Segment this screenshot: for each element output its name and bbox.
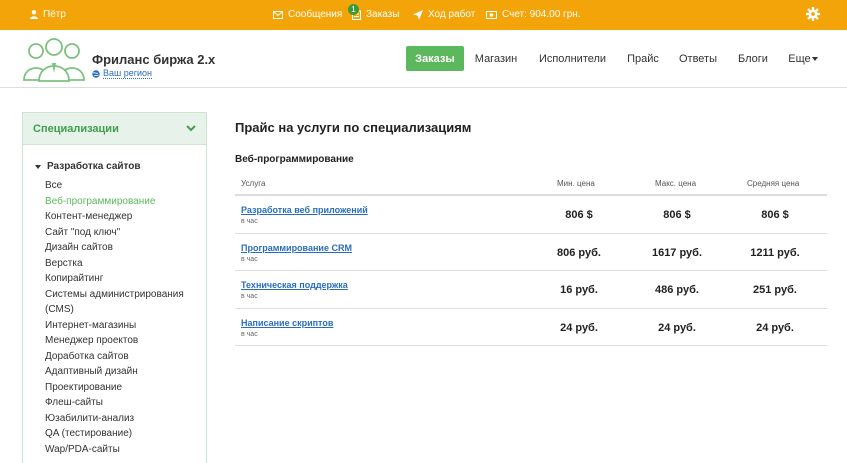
- sidebar-item-planning[interactable]: Проектирование: [45, 380, 184, 396]
- sidebar-heading: Специализации: [33, 122, 119, 135]
- sidebar-item-cms-suffix[interactable]: (CMS): [45, 302, 184, 318]
- column-service: Услуга: [241, 179, 266, 188]
- sidebar-item-flash-sites[interactable]: Флеш-сайты: [45, 395, 184, 411]
- paper-plane-icon: [413, 9, 423, 20]
- service-unit: в час: [241, 293, 258, 300]
- avg-price: 24 руб.: [756, 321, 794, 334]
- avg-price: 806 $: [761, 209, 789, 221]
- globe-icon: [92, 69, 100, 78]
- sidebar-item-cms[interactable]: Системы администрирования: [45, 287, 184, 303]
- sidebar-item-project-manager[interactable]: Менеджер проектов: [45, 333, 184, 349]
- sidebar-item-all[interactable]: Все: [45, 178, 184, 194]
- site-header: Фриланс биржа 2.x Ваш регион Заказы Мага…: [0, 30, 847, 88]
- messages-link[interactable]: Сообщения: [273, 9, 342, 20]
- sidebar-item-content-manager[interactable]: Контент-менеджер: [45, 209, 184, 225]
- money-icon: [486, 10, 497, 19]
- orders-label: Заказы: [366, 9, 400, 20]
- envelope-icon: [273, 10, 283, 19]
- service-link[interactable]: Написание скриптов: [241, 318, 333, 328]
- caret-down-icon: [35, 164, 41, 169]
- sidebar-list: Все Веб-программирование Контент-менедже…: [45, 178, 184, 457]
- max-price: 806 $: [663, 209, 691, 221]
- sidebar-category-label: Разработка сайтов: [47, 161, 141, 172]
- section-title: Веб-программирование: [235, 154, 354, 165]
- orders-badge: 1: [348, 3, 359, 15]
- user-menu[interactable]: Пётр: [30, 9, 66, 20]
- sidebar-item-site-improvement[interactable]: Доработка сайтов: [45, 349, 184, 365]
- nav-blogs[interactable]: Блоги: [730, 46, 776, 71]
- table-header: Услуга Мин. цена Макс. цена Средняя цена: [235, 172, 827, 196]
- column-avg-price: Средняя цена: [747, 179, 800, 188]
- column-min-price: Мин. цена: [557, 179, 595, 188]
- min-price: 16 руб.: [560, 284, 598, 296]
- sidebar-item-adaptive-design[interactable]: Адаптивный дизайн: [45, 364, 184, 380]
- user-name: Пётр: [43, 9, 66, 20]
- sidebar-item-wap-pda[interactable]: Wap/PDA-сайты: [45, 442, 184, 458]
- min-price: 806 руб.: [557, 246, 601, 259]
- column-max-price: Макс. цена: [655, 179, 697, 188]
- price-table: Услуга Мин. цена Макс. цена Средняя цена…: [235, 172, 827, 346]
- min-price: 806 $: [565, 209, 593, 221]
- max-price: 24 руб.: [658, 321, 696, 334]
- gear-icon[interactable]: [806, 7, 820, 21]
- nav-price[interactable]: Прайс: [620, 46, 666, 71]
- max-price: 1617 руб.: [651, 246, 703, 259]
- service-unit: в час: [241, 330, 258, 338]
- table-row: Разработка веб приложений в час 806 $ 80…: [235, 196, 827, 234]
- service-unit: в час: [241, 255, 258, 263]
- service-link[interactable]: Программирование CRM: [241, 243, 352, 253]
- sidebar-item-web-design[interactable]: Дизайн сайтов: [45, 240, 184, 256]
- table-row: Написание скриптов в час 24 руб. 24 руб.…: [235, 309, 827, 346]
- sidebar-item-online-stores[interactable]: Интернет-магазины: [45, 318, 184, 334]
- logo[interactable]: [22, 36, 86, 82]
- nav-freelancers[interactable]: Исполнители: [531, 46, 614, 71]
- messages-label: Сообщения: [288, 9, 343, 20]
- balance-link[interactable]: Счет: 904.00 грн.: [486, 9, 581, 20]
- region-link[interactable]: Ваш регион: [92, 68, 153, 79]
- specializations-sidebar: Специализации Разработка сайтов Все Веб-…: [22, 112, 207, 463]
- nav-shop[interactable]: Магазин: [467, 46, 525, 71]
- chevron-down-icon: [186, 125, 196, 132]
- sidebar-item-web-programming[interactable]: Веб-программирование: [45, 194, 184, 210]
- nav-answers[interactable]: Ответы: [672, 46, 724, 71]
- service-unit: в час: [241, 218, 258, 225]
- user-icon: [30, 10, 38, 19]
- page-title: Прайс на услуги по специализациям: [235, 120, 472, 135]
- sidebar-category[interactable]: Разработка сайтов: [35, 161, 141, 172]
- sidebar-item-usability[interactable]: Юзабилити-анализ: [45, 411, 184, 427]
- progress-label: Ход работ: [428, 9, 476, 20]
- nav-more-label: Еще: [788, 52, 811, 65]
- nav-more[interactable]: Еще: [782, 46, 824, 71]
- nav-orders[interactable]: Заказы: [406, 46, 464, 71]
- top-bar: Пётр Сообщения 1 Заказы Ход работ Счет: …: [0, 0, 847, 30]
- table-row: Программирование CRM в час 806 руб. 1617…: [235, 234, 827, 271]
- min-price: 24 руб.: [560, 321, 598, 334]
- region-label: Ваш регион: [103, 68, 153, 79]
- balance-label: Счет: 904.00 грн.: [502, 9, 581, 20]
- avg-price: 1211 руб.: [750, 246, 800, 259]
- progress-link[interactable]: Ход работ: [413, 9, 475, 20]
- max-price: 486 руб.: [655, 284, 699, 296]
- table-row: Техническая поддержка в час 16 руб. 486 …: [235, 271, 827, 309]
- sidebar-item-qa[interactable]: QA (тестирование): [45, 426, 184, 442]
- orders-link[interactable]: 1 Заказы: [348, 3, 400, 20]
- brand-title[interactable]: Фриланс биржа 2.x: [92, 52, 215, 67]
- sidebar-header[interactable]: Специализации: [23, 113, 206, 145]
- service-link[interactable]: Разработка веб приложений: [241, 205, 368, 215]
- sidebar-item-markup[interactable]: Верстка: [45, 256, 184, 272]
- sidebar-item-turnkey-site[interactable]: Сайт "под ключ": [45, 225, 184, 241]
- service-link[interactable]: Техническая поддержка: [241, 280, 348, 290]
- avg-price: 251 руб.: [753, 284, 797, 296]
- sidebar-item-copywriting[interactable]: Копирайтинг: [45, 271, 184, 287]
- caret-down-icon: [811, 56, 818, 61]
